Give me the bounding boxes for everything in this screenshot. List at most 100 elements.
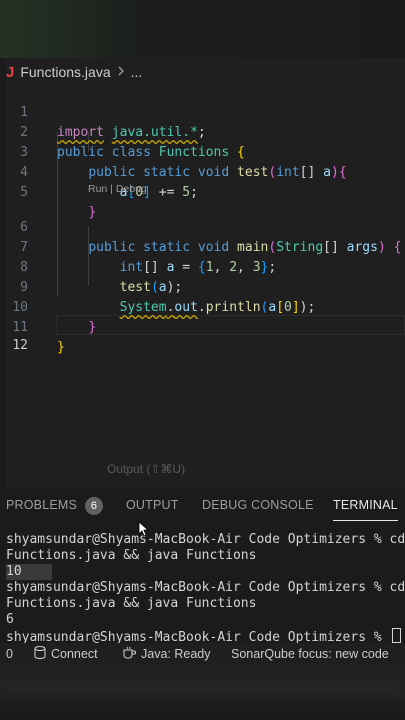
coffee-icon xyxy=(122,644,136,666)
terminal-output-line: 6 xyxy=(6,612,14,627)
tab-output[interactable]: OUTPUT xyxy=(126,492,179,518)
paren: ( xyxy=(150,280,159,295)
param: a xyxy=(323,165,331,180)
keyword: static xyxy=(143,165,191,180)
terminal-line: shyamsundar@Shyams-MacBook-Air Code Opti… xyxy=(6,532,405,547)
status-sonarqube[interactable]: SonarQube focus: new code xyxy=(231,643,389,665)
code-line-7: 7 int[] a = {1, 2, 3}; xyxy=(6,218,276,275)
background-blur-stripe xyxy=(0,680,405,696)
param: args xyxy=(346,240,378,255)
breadcrumb-file[interactable]: Functions.java xyxy=(20,64,110,80)
chevron-right-icon xyxy=(117,65,125,79)
code-line-8: 8 test(a); xyxy=(6,238,182,295)
terminal-line: Functions.java && java Functions xyxy=(6,548,257,563)
comma: , xyxy=(237,260,253,275)
status-connect-label: Connect xyxy=(51,647,98,661)
comma: , xyxy=(213,260,230,275)
current-line-highlight xyxy=(56,315,405,335)
panel-tabs: PROBLEMS 6 OUTPUT DEBUG CONSOLE TERMINAL xyxy=(0,492,405,521)
keyword: static xyxy=(143,240,191,255)
bracket: ] xyxy=(291,300,300,315)
status-connect[interactable]: Connect xyxy=(34,643,98,665)
codelens-run-debug[interactable]: Run | Debug xyxy=(88,183,147,195)
number: 3 xyxy=(252,260,261,275)
background-top xyxy=(0,0,405,58)
java-file-icon: J xyxy=(6,63,15,81)
paren: ) xyxy=(377,240,386,255)
status-java-label: Java: Ready xyxy=(141,647,211,661)
problems-count-badge: 6 xyxy=(85,496,104,515)
brackets: [] xyxy=(299,165,316,180)
number: 5 xyxy=(182,185,191,200)
breadcrumb-more[interactable]: ... xyxy=(131,64,143,80)
brace: } xyxy=(57,340,65,355)
code-line-5: 5 } xyxy=(6,163,96,220)
tab-problems[interactable]: PROBLEMS 6 xyxy=(6,492,104,518)
brace: { xyxy=(237,145,245,160)
type: int xyxy=(276,165,300,180)
tab-problems-label: PROBLEMS xyxy=(6,498,78,512)
variable: a xyxy=(158,280,167,295)
tab-output-label: OUTPUT xyxy=(126,498,179,512)
keyword: void xyxy=(197,240,230,255)
paren: ( xyxy=(268,240,277,255)
code-editor[interactable]: J Functions.java ... 1 import java.util.… xyxy=(6,58,405,488)
class-ref: System xyxy=(119,300,167,315)
semicolon: ; xyxy=(268,260,277,275)
import-keyword: import xyxy=(57,125,104,140)
keyword: public xyxy=(88,240,136,255)
terminal-output-line: 10 xyxy=(6,564,52,580)
code-line-3: 3 public static void test(int[] a){ xyxy=(6,123,346,180)
tab-debug-console[interactable]: DEBUG CONSOLE xyxy=(202,492,314,518)
operator: += xyxy=(150,185,183,200)
number: 0 xyxy=(284,300,292,315)
status-java[interactable]: Java: Ready xyxy=(122,643,210,665)
brace: { xyxy=(393,240,402,255)
code-line-11: 11 } xyxy=(6,298,64,355)
terminal-prompt-line: shyamsundar@Shyams-MacBook-Air Code Opti… xyxy=(6,628,401,645)
variable: a xyxy=(268,300,277,315)
keyword: void xyxy=(197,165,230,180)
terminal-line: shyamsundar@Shyams-MacBook-Air Code Opti… xyxy=(6,580,405,595)
terminal-line: Functions.java && java Functions xyxy=(6,596,257,611)
status-problems[interactable]: 0 xyxy=(6,643,13,665)
semicolon: ; xyxy=(190,185,198,200)
code-line-2: 2 public class Functions { xyxy=(6,103,245,160)
paren-semicolon: ); xyxy=(166,280,183,295)
code-line-10: 10 } xyxy=(6,278,96,335)
number: 1 xyxy=(205,260,214,275)
status-bar: 0 Connect Java: Ready SonarQube focus: n… xyxy=(0,643,405,665)
method-call: test xyxy=(119,280,151,295)
tab-debug-console-label: DEBUG CONSOLE xyxy=(202,498,314,512)
keyword: public xyxy=(57,145,104,160)
brace: } xyxy=(88,320,97,335)
terminal[interactable]: shyamsundar@Shyams-MacBook-Air Code Opti… xyxy=(6,530,405,645)
code-line-6: 6 public static void main(String[] args)… xyxy=(6,198,401,255)
dot: . xyxy=(197,300,206,315)
brace: } xyxy=(88,205,97,220)
field-ref: out xyxy=(174,300,198,315)
tab-terminal-label: TERMINAL xyxy=(333,498,398,512)
tab-terminal[interactable]: TERMINAL xyxy=(333,492,398,521)
brace: { xyxy=(338,165,347,180)
paren: ( xyxy=(268,165,277,180)
bracket: [ xyxy=(276,300,285,315)
brace: { xyxy=(197,260,206,275)
code-line-1: 1 import java.util.*; xyxy=(6,83,206,140)
method-call: println xyxy=(205,300,261,315)
terminal-cursor xyxy=(391,628,401,643)
breadcrumb: J Functions.java ... xyxy=(6,62,142,82)
code-line-12: 12 xyxy=(6,316,53,353)
paren-semicolon: ); xyxy=(299,300,316,315)
number: 2 xyxy=(229,260,238,275)
method-name: test xyxy=(237,165,269,180)
type: String xyxy=(276,240,324,255)
keyword: class xyxy=(111,145,151,160)
brackets: [] xyxy=(143,260,159,275)
import-path: java.util.* xyxy=(111,125,198,140)
mouse-cursor-icon xyxy=(138,521,148,537)
code-line-9: 9 System.out.println(a[0]); xyxy=(6,258,315,315)
brackets: [] xyxy=(323,240,339,255)
code-line-4: 4 a[0] += 5; xyxy=(6,143,198,200)
class-name: Functions xyxy=(158,145,230,160)
